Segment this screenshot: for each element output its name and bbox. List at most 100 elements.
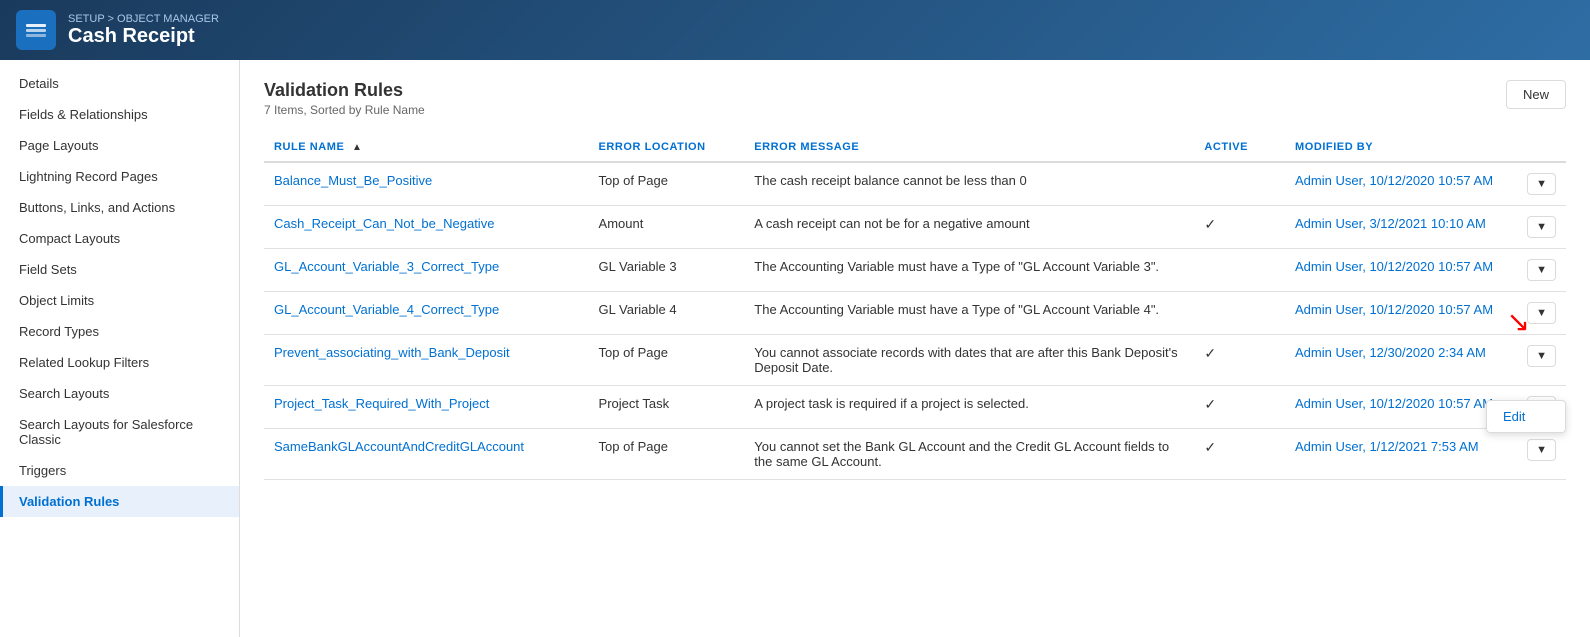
sidebar-item-search-layouts-for-salesforce-classic[interactable]: Search Layouts for Salesforce Classic — [0, 409, 239, 455]
table-row: Cash_Receipt_Can_Not_be_Negative AmountA … — [264, 206, 1566, 249]
col-rule-label: RULE NAME — [274, 141, 344, 153]
error-message-cell: A cash receipt can not be for a negative… — [744, 206, 1194, 249]
modified-by-cell: Admin User, 1/12/2021 7:53 AM — [1285, 429, 1517, 480]
rule-name-link[interactable]: Cash_Receipt_Can_Not_be_Negative — [274, 216, 494, 231]
row-dropdown-button[interactable]: ▼ — [1527, 259, 1556, 281]
table-row: GL_Account_Variable_3_Correct_Type GL Var… — [264, 249, 1566, 292]
table-row: GL_Account_Variable_4_Correct_Type GL Var… — [264, 292, 1566, 335]
sidebar-item-page-layouts[interactable]: Page Layouts — [0, 130, 239, 161]
sidebar-item-details[interactable]: Details — [0, 68, 239, 99]
error-location-cell: Project Task — [589, 386, 745, 429]
rule-name-link[interactable]: GL_Account_Variable_4_Correct_Type — [274, 302, 499, 317]
error-message-cell: The Accounting Variable must have a Type… — [744, 292, 1194, 335]
sidebar-item-search-layouts[interactable]: Search Layouts — [0, 378, 239, 409]
active-cell — [1194, 249, 1285, 292]
modified-by-link[interactable]: Admin User, 12/30/2020 2:34 AM — [1295, 345, 1486, 360]
title-block: Validation Rules 7 Items, Sorted by Rule… — [264, 80, 425, 117]
col-error-message: ERROR MESSAGE — [744, 133, 1194, 162]
rule-name-link[interactable]: Project_Task_Required_With_Project — [274, 396, 489, 411]
col-modified-by: MODIFIED BY — [1285, 133, 1517, 162]
active-cell: ✓ — [1194, 335, 1285, 386]
sidebar-item-record-types[interactable]: Record Types — [0, 316, 239, 347]
active-cell — [1194, 162, 1285, 206]
table-header-row: RULE NAME ▲ ERROR LOCATION ERROR MESSAGE… — [264, 133, 1566, 162]
sidebar-item-buttons-links-and-actions[interactable]: Buttons, Links, and Actions — [0, 192, 239, 223]
rule-name-link[interactable]: GL_Account_Variable_3_Correct_Type — [274, 259, 499, 274]
active-cell: ✓ — [1194, 386, 1285, 429]
sidebar-item-field-sets[interactable]: Field Sets — [0, 254, 239, 285]
breadcrumb-separator: > — [108, 13, 117, 25]
action-cell: ▼ — [1517, 292, 1566, 335]
page-title: Cash Receipt — [68, 25, 219, 48]
modified-by-link[interactable]: Admin User, 10/12/2020 10:57 AM — [1295, 259, 1493, 274]
sidebar-item-compact-layouts[interactable]: Compact Layouts — [0, 223, 239, 254]
row-dropdown-button[interactable]: ▼ — [1527, 216, 1556, 238]
app-header: SETUP > OBJECT MANAGER Cash Receipt — [0, 0, 1590, 60]
dropdown-menu: Edit — [1486, 400, 1566, 433]
content-header: Validation Rules 7 Items, Sorted by Rule… — [264, 80, 1566, 117]
modified-by-link[interactable]: Admin User, 10/12/2020 10:57 AM — [1295, 173, 1493, 188]
rule-name-link[interactable]: SameBankGLAccountAndCreditGLAccount — [274, 439, 524, 454]
col-message-label: ERROR MESSAGE — [754, 141, 859, 153]
check-icon: ✓ — [1204, 396, 1216, 412]
active-cell: ✓ — [1194, 206, 1285, 249]
modified-by-cell: Admin User, 10/12/2020 10:57 AM — [1285, 249, 1517, 292]
col-active: ACTIVE — [1194, 133, 1285, 162]
error-message-cell: You cannot associate records with dates … — [744, 335, 1194, 386]
breadcrumb-setup: SETUP — [68, 13, 104, 25]
active-cell: ✓ — [1194, 429, 1285, 480]
col-action — [1517, 133, 1566, 162]
sidebar-item-lightning-record-pages[interactable]: Lightning Record Pages — [0, 161, 239, 192]
row-dropdown-button[interactable]: ▼ — [1527, 439, 1556, 461]
sidebar-item-fields-relationships[interactable]: Fields & Relationships — [0, 99, 239, 130]
modified-by-link[interactable]: Admin User, 1/12/2021 7:53 AM — [1295, 439, 1479, 454]
error-message-cell: The cash receipt balance cannot be less … — [744, 162, 1194, 206]
app-logo — [16, 10, 56, 50]
col-modified-label: MODIFIED BY — [1295, 141, 1373, 153]
validation-rules-table: RULE NAME ▲ ERROR LOCATION ERROR MESSAGE… — [264, 133, 1566, 480]
action-cell: ▼ — [1517, 206, 1566, 249]
table-body: Balance_Must_Be_Positive Top of PageThe c… — [264, 162, 1566, 480]
sidebar-item-validation-rules[interactable]: Validation Rules — [0, 486, 239, 517]
breadcrumb-object-manager[interactable]: OBJECT MANAGER — [117, 13, 219, 25]
col-error-location: ERROR LOCATION — [589, 133, 745, 162]
table-row: Prevent_associating_with_Bank_DepositTop… — [264, 335, 1566, 386]
modified-by-link[interactable]: Admin User, 10/12/2020 10:57 AM — [1295, 302, 1493, 317]
section-title: Validation Rules — [264, 80, 425, 101]
rule-name-link[interactable]: Prevent_associating_with_Bank_Deposit — [274, 345, 510, 360]
row-dropdown-button[interactable]: ▼ — [1527, 302, 1556, 324]
main-layout: DetailsFields & RelationshipsPage Layout… — [0, 60, 1590, 637]
sidebar: DetailsFields & RelationshipsPage Layout… — [0, 60, 240, 637]
error-location-cell: GL Variable 4 — [589, 292, 745, 335]
sidebar-item-object-limits[interactable]: Object Limits — [0, 285, 239, 316]
sort-icon: ▲ — [352, 142, 362, 153]
sidebar-item-related-lookup-filters[interactable]: Related Lookup Filters — [0, 347, 239, 378]
modified-by-cell: Admin User, 12/30/2020 2:34 AM — [1285, 335, 1517, 386]
col-location-label: ERROR LOCATION — [599, 141, 706, 153]
col-rule-name: RULE NAME ▲ — [264, 133, 589, 162]
sidebar-item-triggers[interactable]: Triggers — [0, 455, 239, 486]
modified-by-link[interactable]: Admin User, 3/12/2021 10:10 AM — [1295, 216, 1486, 231]
col-active-label: ACTIVE — [1204, 141, 1248, 153]
row-dropdown-button[interactable]: ▼ — [1527, 173, 1556, 195]
modified-by-cell: Admin User, 3/12/2021 10:10 AM — [1285, 206, 1517, 249]
action-cell: ▼ — [1517, 429, 1566, 480]
rule-name-link[interactable]: Balance_Must_Be_Positive — [274, 173, 432, 188]
modified-by-cell: Admin User, 10/12/2020 10:57 AM — [1285, 292, 1517, 335]
error-message-cell: You cannot set the Bank GL Account and t… — [744, 429, 1194, 480]
error-location-cell: Amount — [589, 206, 745, 249]
error-location-cell: GL Variable 3 — [589, 249, 745, 292]
error-location-cell: Top of Page — [589, 162, 745, 206]
row-dropdown-button[interactable]: ▼ — [1527, 345, 1556, 367]
breadcrumb: SETUP > OBJECT MANAGER — [68, 13, 219, 25]
table-row: Balance_Must_Be_Positive Top of PageThe c… — [264, 162, 1566, 206]
new-button[interactable]: New — [1506, 80, 1566, 109]
table-row: SameBankGLAccountAndCreditGLAccountTop o… — [264, 429, 1566, 480]
table-row: Project_Task_Required_With_Project Projec… — [264, 386, 1566, 429]
error-message-cell: A project task is required if a project … — [744, 386, 1194, 429]
dropdown-edit-item[interactable]: Edit — [1487, 401, 1565, 432]
check-icon: ✓ — [1204, 345, 1216, 361]
modified-by-link[interactable]: Admin User, 10/12/2020 10:57 AM — [1295, 396, 1493, 411]
active-cell — [1194, 292, 1285, 335]
error-message-cell: The Accounting Variable must have a Type… — [744, 249, 1194, 292]
